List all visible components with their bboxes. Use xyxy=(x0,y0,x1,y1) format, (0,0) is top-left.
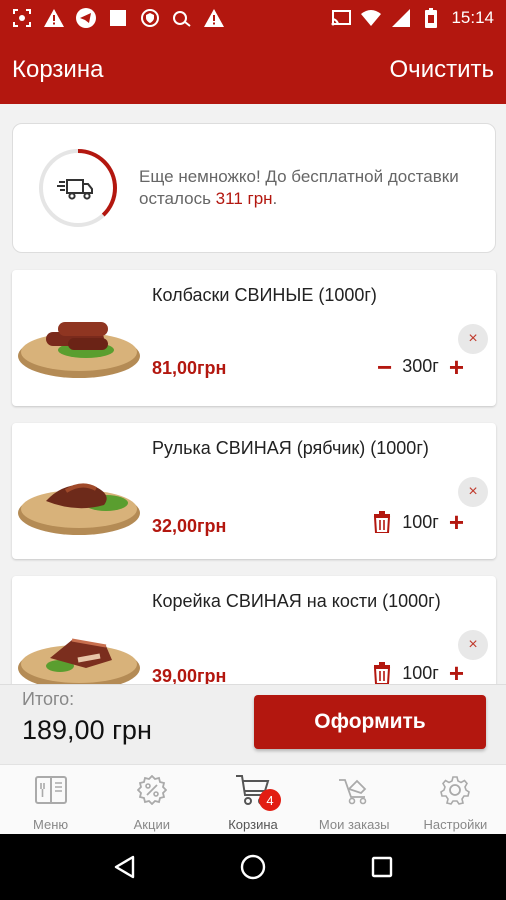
cart-count-badge: 4 xyxy=(259,789,281,811)
cart-icon: 4 xyxy=(235,773,281,811)
quantity-value: 100г xyxy=(402,662,439,683)
total-value: 189,00 грн xyxy=(22,715,152,745)
translate-icon xyxy=(172,8,192,28)
quantity-stepper[interactable]: 100г + xyxy=(372,509,464,535)
quantity-value: 100г xyxy=(402,511,439,532)
free-delivery-suffix: . xyxy=(272,189,278,208)
product-name: Колбаски СВИНЫЕ (1000г) xyxy=(152,285,377,305)
checkout-button[interactable]: Оформить xyxy=(254,695,486,749)
tab-label: Меню xyxy=(33,817,69,832)
shield-icon xyxy=(140,8,160,28)
cart-item-card[interactable]: Рулька СВИНАЯ (рябчик) (1000г) 32,00грн … xyxy=(12,423,496,559)
plus-icon[interactable]: + xyxy=(449,660,464,684)
total-label: Итого: xyxy=(22,689,75,709)
cart-item-card[interactable]: Корейка СВИНАЯ на кости (1000г) 39,00грн… xyxy=(12,576,496,684)
product-name: Рулька СВИНАЯ (рябчик) (1000г) xyxy=(152,438,429,458)
page-title: Корзина xyxy=(12,56,104,83)
product-name: Корейка СВИНАЯ на кости (1000г) xyxy=(152,591,441,611)
cast-icon xyxy=(331,8,352,28)
quantity-value: 300г xyxy=(402,356,439,376)
delivery-progress-ring xyxy=(39,149,117,227)
free-delivery-banner: Еще немножко! До бесплатной доставки ост… xyxy=(12,123,496,253)
screenshot-icon xyxy=(12,8,32,28)
remove-item-button[interactable]: × xyxy=(458,630,488,660)
close-icon: × xyxy=(468,636,478,653)
recents-icon[interactable] xyxy=(371,856,393,878)
battery-icon xyxy=(421,8,441,28)
status-notification-icons xyxy=(12,8,224,28)
discount-icon xyxy=(134,773,170,807)
remove-item-button[interactable]: × xyxy=(458,477,488,507)
signal-icon xyxy=(391,8,411,28)
app-bar: Корзина Очистить xyxy=(0,36,506,104)
orders-cart-icon xyxy=(336,773,372,807)
product-price: 39,00грн xyxy=(152,666,227,684)
status-system-icons: 15:14 xyxy=(331,8,494,28)
back-icon[interactable] xyxy=(113,855,135,879)
total-bar: Итого: 189,00 грн Оформить xyxy=(0,684,506,764)
tab-orders[interactable]: Мои заказы xyxy=(304,765,405,834)
free-delivery-amount: 311 грн xyxy=(215,189,273,208)
free-delivery-text: Еще немножко! До бесплатной доставки ост… xyxy=(139,167,459,208)
wifi-icon xyxy=(361,8,382,28)
free-delivery-message: Еще немножко! До бесплатной доставки ост… xyxy=(139,166,495,210)
system-nav-bar xyxy=(0,834,506,900)
product-price: 81,00грн xyxy=(152,358,227,378)
quantity-stepper[interactable]: 100г + xyxy=(372,660,464,684)
menu-book-icon xyxy=(33,773,69,807)
settings-gear-icon xyxy=(437,773,473,807)
home-icon[interactable] xyxy=(240,854,266,880)
close-icon: × xyxy=(468,483,478,500)
product-image xyxy=(18,322,140,378)
warning-icon xyxy=(44,8,64,28)
tab-label: Корзина xyxy=(228,817,278,832)
delivery-truck-icon xyxy=(57,179,93,200)
minus-icon[interactable]: − xyxy=(377,354,392,380)
status-time: 15:14 xyxy=(451,8,494,27)
square-icon xyxy=(108,8,128,28)
cart-content[interactable]: Еще немножко! До бесплатной доставки ост… xyxy=(0,104,506,684)
telegram-icon xyxy=(76,8,96,28)
bottom-tab-bar: Меню Акции 4 Корзина Мои заказы Настройк… xyxy=(0,764,506,834)
cart-item-card[interactable]: Колбаски СВИНЫЕ (1000г) 81,00грн × − 300… xyxy=(12,270,496,406)
trash-icon[interactable] xyxy=(372,662,392,684)
clear-cart-button[interactable]: Очистить xyxy=(390,56,494,84)
tab-promotions[interactable]: Акции xyxy=(101,765,202,834)
quantity-stepper[interactable]: − 300г + xyxy=(377,354,464,380)
plus-icon[interactable]: + xyxy=(449,354,464,380)
status-bar: 15:14 xyxy=(0,0,506,36)
tab-label: Акции xyxy=(133,817,170,832)
tab-settings[interactable]: Настройки xyxy=(405,765,506,834)
product-image xyxy=(18,638,140,684)
product-image xyxy=(18,483,140,535)
product-price: 32,00грн xyxy=(152,516,227,536)
tab-label: Мои заказы xyxy=(318,817,390,832)
tab-label: Настройки xyxy=(423,817,488,832)
remove-item-button[interactable]: × xyxy=(458,324,488,354)
close-icon: × xyxy=(468,330,478,347)
warning-icon xyxy=(204,8,224,28)
trash-icon[interactable] xyxy=(372,511,392,533)
plus-icon[interactable]: + xyxy=(449,509,464,535)
tab-cart[interactable]: 4 Корзина xyxy=(202,765,303,834)
tab-menu[interactable]: Меню xyxy=(0,765,101,834)
